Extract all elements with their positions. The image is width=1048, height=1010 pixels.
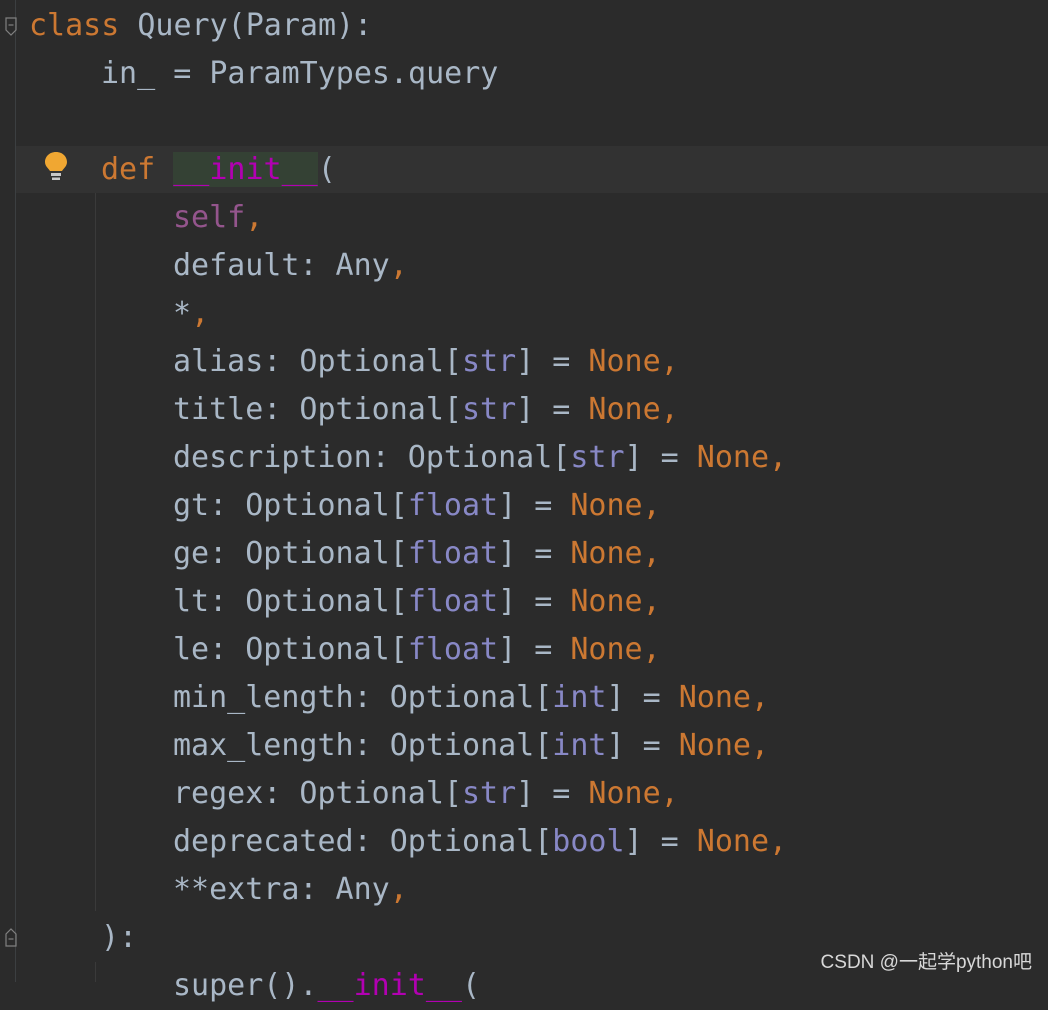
code-line: min_length: Optional[int] = None, (173, 674, 769, 722)
comma: , (660, 392, 679, 427)
code-line: class Query(Param): (29, 2, 372, 50)
paren: ( (462, 968, 481, 1003)
type-name: int (552, 680, 607, 715)
comma: , (245, 200, 264, 235)
magic-method: __init__ (173, 152, 318, 187)
code-line: ge: Optional[float] = None, (173, 530, 661, 578)
type-name: float (407, 536, 499, 571)
type-name: str (461, 392, 517, 427)
assign: ] = (624, 824, 697, 859)
comma: , (389, 872, 408, 907)
code-line: le: Optional[float] = None, (173, 626, 661, 674)
default-value: None (678, 680, 751, 715)
type-name: str (570, 440, 625, 475)
code-line: def __init__( (101, 146, 336, 194)
type-name: int (552, 728, 607, 763)
param-name: alias: Optional[ (173, 344, 462, 379)
comma: , (642, 632, 661, 667)
assign: ] = (498, 584, 571, 619)
lightbulb-icon[interactable] (43, 150, 69, 182)
comma: , (191, 296, 210, 331)
default-value: None (678, 728, 751, 763)
magic-method: __init__ (317, 968, 463, 1003)
param-name: min_length: Optional[ (173, 680, 553, 715)
assign: ] = (516, 776, 589, 811)
code-line: in_ = ParamTypes.query (101, 56, 499, 91)
param-name: le: Optional[ (173, 632, 408, 667)
code-line: lt: Optional[float] = None, (173, 578, 661, 626)
code-line: deprecated: Optional[bool] = None, (173, 818, 787, 866)
fold-icon[interactable] (5, 17, 17, 37)
param-extra: **extra: Any (173, 872, 390, 907)
code-line: **extra: Any, (173, 866, 408, 914)
assign: ] = (498, 536, 571, 571)
indent-guide (95, 962, 96, 982)
type-name: float (407, 632, 499, 667)
class-signature: Query(Param): (119, 8, 373, 43)
indent-guide (95, 193, 96, 911)
code-line: max_length: Optional[int] = None, (173, 722, 769, 770)
code-editor[interactable]: class Query(Param): in_ = ParamTypes.que… (0, 0, 1048, 1003)
super-call: super(). (173, 968, 318, 1003)
default-value: None (570, 632, 643, 667)
comma: , (660, 344, 679, 379)
default-value: None (696, 440, 770, 475)
default-value: None (588, 776, 661, 811)
param-name: deprecated: Optional[ (173, 824, 553, 859)
assign: ] = (606, 680, 679, 715)
comma: , (750, 680, 770, 715)
code-line: regex: Optional[str] = None, (173, 770, 679, 818)
type-name: str (461, 344, 517, 379)
default-value: None (570, 536, 643, 571)
watermark: CSDN @一起学python吧 (820, 952, 1032, 973)
default-value: None (570, 488, 643, 523)
code-line: gt: Optional[float] = None, (173, 482, 661, 530)
code-line: self, (173, 194, 263, 242)
comma: , (389, 248, 408, 283)
comma: , (769, 440, 788, 475)
code-line: *, (173, 290, 209, 338)
code-line: ): (101, 920, 138, 955)
default-value: None (588, 344, 661, 379)
code-line: title: Optional[str] = None, (173, 386, 679, 434)
comma: , (642, 584, 661, 619)
comma: , (750, 728, 770, 763)
default-value: None (696, 824, 770, 859)
default-value: None (570, 584, 643, 619)
param-name: ge: Optional[ (173, 536, 408, 571)
default-value: None (588, 392, 661, 427)
fold-icon[interactable] (5, 927, 17, 947)
param-name: max_length: Optional[ (173, 728, 553, 763)
type-name: str (461, 776, 517, 811)
type-name: bool (552, 824, 625, 859)
assign: ] = (498, 488, 571, 523)
comma: , (642, 488, 661, 523)
param-name: description: Optional[ (173, 440, 571, 475)
assign: ] = (498, 632, 571, 667)
assign: ] = (516, 344, 589, 379)
assign: ] = (624, 440, 697, 475)
param-default: default: Any (173, 248, 390, 283)
code-line: default: Any, (173, 242, 408, 290)
param-star: * (173, 296, 192, 331)
assign: ] = (516, 392, 589, 427)
self-param: self (173, 200, 246, 235)
param-name: lt: Optional[ (173, 584, 408, 619)
type-name: float (407, 488, 499, 523)
keyword: class (29, 8, 120, 43)
param-name: title: Optional[ (173, 392, 462, 427)
comma: , (642, 536, 661, 571)
code-line: description: Optional[str] = None, (173, 434, 787, 482)
keyword: def (101, 152, 156, 187)
type-name: float (407, 584, 499, 619)
comma: , (660, 776, 679, 811)
code-line: alias: Optional[str] = None, (173, 338, 679, 386)
comma: , (769, 824, 788, 859)
assign: ] = (606, 728, 679, 763)
param-name: regex: Optional[ (173, 776, 462, 811)
param-name: gt: Optional[ (173, 488, 408, 523)
paren: ( (317, 152, 336, 187)
code-line: super().__init__( (173, 962, 480, 1010)
